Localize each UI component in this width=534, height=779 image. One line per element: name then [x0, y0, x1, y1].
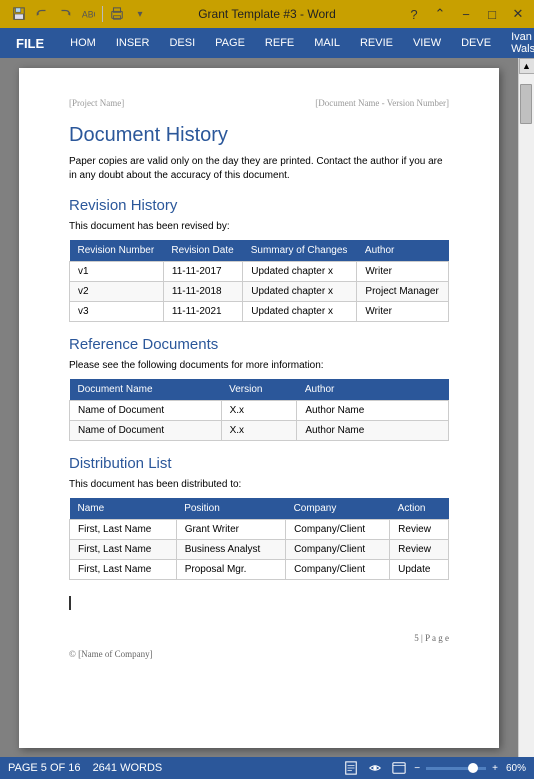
customize-button[interactable]: ▾ — [129, 3, 151, 25]
distribution-subtext: This document has been distributed to: — [69, 478, 449, 492]
page-layout-menu[interactable]: PAGE — [205, 28, 255, 58]
maximize-button[interactable]: □ — [480, 3, 504, 25]
ref-col-name: Document Name — [70, 379, 222, 401]
status-icons: − + 60% — [342, 759, 526, 777]
read-mode-icon[interactable] — [366, 759, 384, 777]
main-heading: Document History — [69, 124, 449, 147]
user-account[interactable]: Ivan Walsh ▾ K — [501, 28, 534, 58]
table-row: First, Last NameBusiness AnalystCompany/… — [70, 540, 449, 560]
revision-col-date: Revision Date — [163, 240, 242, 262]
revision-heading: Revision History — [69, 197, 449, 214]
ref-col-version: Version — [221, 379, 297, 401]
table-row: First, Last NameGrant WriterCompany/Clie… — [70, 520, 449, 540]
revision-col-number: Revision Number — [70, 240, 164, 262]
zoom-minus[interactable]: − — [414, 763, 420, 774]
reference-subtext: Please see the following documents for m… — [69, 359, 449, 373]
save-button[interactable] — [8, 3, 30, 25]
vertical-scrollbar[interactable]: ▲ ▼ — [518, 58, 534, 779]
dist-col-position: Position — [176, 498, 285, 520]
user-name: Ivan Walsh — [511, 31, 534, 55]
redo-button[interactable] — [54, 3, 76, 25]
help-button[interactable]: ? — [402, 3, 426, 25]
scroll-thumb[interactable] — [520, 84, 532, 124]
distribution-table: Name Position Company Action First, Last… — [69, 498, 449, 580]
page-number: 5 | P a g e — [414, 633, 449, 643]
ref-col-author: Author — [297, 379, 449, 401]
window-controls[interactable]: ? ⌃ − □ ✕ — [402, 3, 530, 25]
spellcheck-button[interactable]: ABC — [77, 3, 99, 25]
web-layout-icon[interactable] — [390, 759, 408, 777]
scroll-up-button[interactable]: ▲ — [519, 58, 534, 74]
document-page: [Project Name] [Document Name - Version … — [19, 68, 499, 748]
table-row: v211-11-2018Updated chapter xProject Man… — [70, 282, 449, 302]
dist-col-action: Action — [390, 498, 449, 520]
design-menu[interactable]: DESI — [159, 28, 205, 58]
revision-col-author: Author — [357, 240, 449, 262]
file-menu[interactable]: FILE — [0, 28, 60, 58]
developer-menu[interactable]: DEVE — [451, 28, 501, 58]
page-status: PAGE 5 OF 16 — [8, 762, 81, 774]
scroll-track[interactable] — [519, 74, 534, 763]
revision-table: Revision Number Revision Date Summary of… — [69, 240, 449, 322]
menu-bar: FILE HOM INSER DESI PAGE REFE MAIL REVIE… — [0, 28, 534, 58]
page-scroll-area[interactable]: [Project Name] [Document Name - Version … — [0, 58, 518, 779]
close-button[interactable]: ✕ — [506, 3, 530, 25]
minimize-button[interactable]: − — [454, 3, 478, 25]
zoom-plus[interactable]: + — [492, 763, 498, 774]
zoom-slider[interactable] — [426, 767, 486, 770]
table-row: v311-11-2021Updated chapter xWriter — [70, 302, 449, 322]
revision-col-summary: Summary of Changes — [243, 240, 357, 262]
dist-col-company: Company — [286, 498, 390, 520]
header-project-name: [Project Name] — [69, 98, 124, 108]
header-doc-version: [Document Name - Version Number] — [315, 98, 449, 108]
content-area: [Project Name] [Document Name - Version … — [0, 58, 534, 779]
insert-menu[interactable]: INSER — [106, 28, 160, 58]
view-menu[interactable]: VIEW — [403, 28, 451, 58]
zoom-level: 60% — [506, 763, 526, 774]
distribution-heading: Distribution List — [69, 455, 449, 472]
svg-text:ABC: ABC — [82, 10, 95, 20]
table-row: Name of DocumentX.xAuthor Name — [70, 401, 449, 421]
toolbar-separator — [102, 6, 103, 22]
title-bar: ABC ▾ Grant Template #3 - Word ? ⌃ − □ ✕ — [0, 0, 534, 28]
home-menu[interactable]: HOM — [60, 28, 106, 58]
dist-col-name: Name — [70, 498, 177, 520]
revision-subtext: This document has been revised by: — [69, 220, 449, 234]
mailings-menu[interactable]: MAIL — [304, 28, 350, 58]
review-menu[interactable]: REVIE — [350, 28, 403, 58]
page-header: [Project Name] [Document Name - Version … — [69, 98, 449, 108]
word-count-status: 2641 WORDS — [93, 762, 163, 774]
ribbon-toggle[interactable]: ⌃ — [428, 3, 452, 25]
copyright-text: © [Name of Company] — [69, 649, 449, 659]
table-row: v111-11-2017Updated chapter xWriter — [70, 262, 449, 282]
doc-layout-icon[interactable] — [342, 759, 360, 777]
table-row: Name of DocumentX.xAuthor Name — [70, 421, 449, 441]
undo-button[interactable] — [31, 3, 53, 25]
reference-heading: Reference Documents — [69, 336, 449, 353]
reference-table: Document Name Version Author Name of Doc… — [69, 379, 449, 441]
zoom-area[interactable]: − + 60% — [414, 763, 526, 774]
zoom-slider-thumb[interactable] — [468, 763, 478, 773]
page-footer: 5 | P a g e — [69, 633, 449, 643]
print-button[interactable] — [106, 3, 128, 25]
quick-access-toolbar[interactable]: ABC ▾ — [8, 3, 151, 25]
references-menu[interactable]: REFE — [255, 28, 304, 58]
window-title: Grant Template #3 - Word — [198, 7, 336, 21]
text-cursor — [69, 596, 71, 610]
intro-paragraph: Paper copies are valid only on the day t… — [69, 155, 449, 183]
status-bar: PAGE 5 OF 16 2641 WORDS − + 60% — [0, 757, 534, 779]
table-row: First, Last NameProposal Mgr.Company/Cli… — [70, 560, 449, 580]
